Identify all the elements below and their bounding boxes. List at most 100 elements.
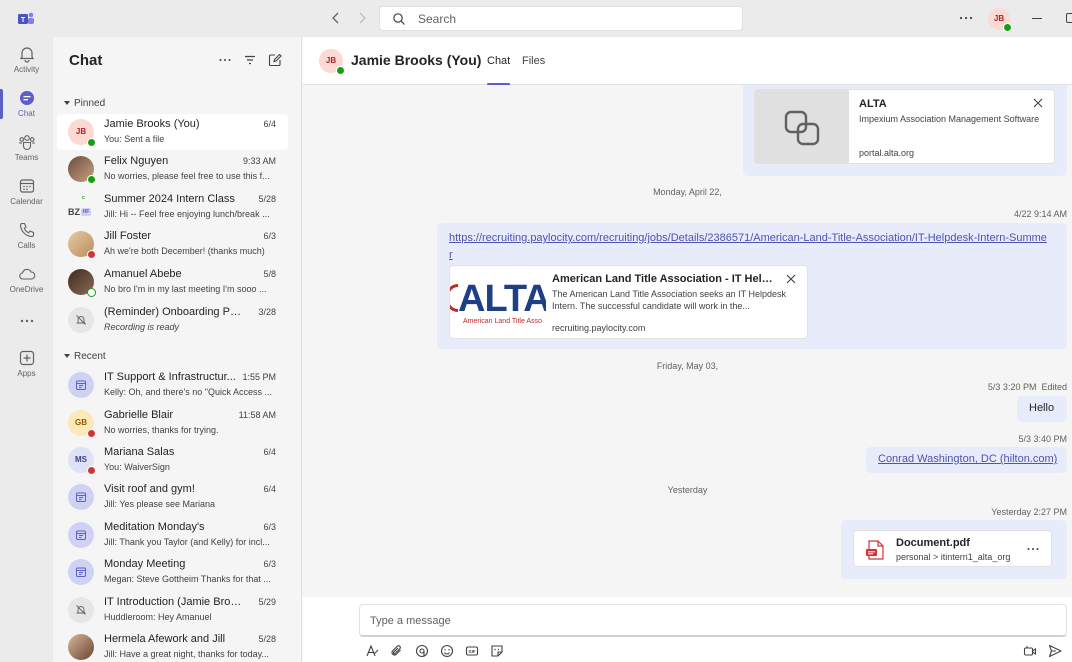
chat-list-title: Chat [69, 52, 103, 69]
more-apps-icon [20, 319, 33, 323]
message-input[interactable] [370, 613, 1050, 629]
rail-teams[interactable]: Teams [0, 127, 53, 171]
chat-item-hermela-jill[interactable]: Hermela Afework and Jill 5/28 Jill: Have… [57, 629, 288, 662]
loop-icon[interactable] [415, 644, 429, 658]
avatar [68, 372, 94, 398]
message-timestamp: 5/3 3:40 PM [1018, 434, 1067, 444]
chat-item-gabrielle-blair[interactable]: GB Gabrielle Blair 11:58 AM No worries, … [57, 405, 288, 441]
more-options-icon[interactable] [218, 53, 232, 67]
muted-bell-icon [76, 315, 86, 325]
chat-item-onboarding-reminder[interactable]: (Reminder) Onboarding Pro... 3/28 Record… [57, 302, 288, 338]
close-icon[interactable] [1033, 98, 1043, 108]
meeting-calendar-icon [76, 380, 86, 390]
rail-calendar[interactable]: Calendar [0, 171, 53, 215]
chat-item-jill-foster[interactable]: Jill Foster 6/3 Ah we're both December! … [57, 226, 288, 262]
link-thumbnail [755, 90, 849, 163]
rail-activity[interactable]: Activity [0, 39, 53, 83]
svg-text:GIF: GIF [469, 649, 476, 654]
hotel-link[interactable]: Conrad Washington, DC (hilton.com) [878, 453, 1057, 465]
chat-item-it-introduction[interactable]: IT Introduction (Jamie Brooks) 5/29 Hudd… [57, 592, 288, 628]
chat-item-visit-roof-gym[interactable]: Visit roof and gym! 6/4 Jill: Yes please… [57, 479, 288, 515]
close-icon[interactable] [786, 274, 796, 284]
rail-onedrive[interactable]: OneDrive [0, 259, 53, 303]
search-box[interactable] [379, 6, 743, 31]
rail-chat[interactable]: Chat [0, 83, 53, 127]
chat-item-summer-intern-class[interactable]: BZ c HF Summer 2024 Intern Class 5/28 Ji… [57, 189, 288, 225]
attach-icon[interactable] [390, 644, 404, 658]
caret-down-icon [64, 354, 70, 358]
chat-item-meditation-monday[interactable]: Meditation Monday's 6/3 Jill: Thank you … [57, 517, 288, 553]
teams-logo-icon: T [18, 12, 34, 24]
video-clip-icon[interactable] [1023, 644, 1037, 658]
chat-item-amanuel-abebe[interactable]: Amanuel Abebe 5/8 No bro I'm in my last … [57, 264, 288, 300]
forward-arrow-icon[interactable] [355, 11, 369, 25]
message-bubble: Conrad Washington, DC (hilton.com) [866, 447, 1067, 473]
profile-avatar[interactable]: JB [988, 8, 1012, 32]
sticker-icon[interactable] [490, 644, 504, 658]
message-bubble: ALTA Impexium Association Management Sof… [743, 85, 1067, 176]
recent-section-header[interactable]: Recent [64, 351, 106, 362]
phone-icon [19, 222, 34, 238]
avatar [68, 559, 94, 585]
tab-files[interactable]: Files [522, 55, 545, 67]
avatar [68, 597, 94, 623]
avatar [68, 269, 96, 297]
app-rail: Activity Chat Teams Calendar Calls OneDr… [0, 37, 53, 662]
add-app-icon [19, 350, 34, 366]
conversation-header: JB Jamie Brooks (You) Chat Files [303, 37, 1072, 86]
avatar [68, 484, 94, 510]
muted-bell-icon [76, 605, 86, 615]
format-icon[interactable] [365, 644, 379, 658]
job-posting-link[interactable]: https://recruiting.paylocity.com/recruit… [449, 232, 1047, 261]
rail-apps[interactable]: Apps [0, 343, 53, 387]
avatar[interactable]: JB [319, 49, 345, 75]
chat-item-felix-nguyen[interactable]: Felix Nguyen 9:33 AM No worries, please … [57, 151, 288, 187]
link-preview-card[interactable]: ALTA American Land Title Asso American L… [449, 265, 808, 339]
chat-list-pane: Chat Pinned JB Jamie Brooks (You) 6/4 Yo… [53, 37, 302, 662]
message-timestamp: 4/22 9:14 AM [1013, 209, 1067, 219]
presence-offline-icon [87, 288, 96, 297]
meeting-calendar-icon [76, 530, 86, 540]
emoji-icon[interactable] [440, 644, 454, 658]
title-bar: T JB [0, 0, 1072, 37]
back-arrow-icon[interactable] [329, 11, 343, 25]
maximize-button[interactable] [1066, 13, 1072, 23]
more-options-icon[interactable] [958, 10, 974, 26]
chat-item-monday-meeting[interactable]: Monday Meeting 6/3 Megan: Steve Gottheim… [57, 554, 288, 590]
minimize-button[interactable] [1032, 18, 1042, 19]
conversation-pane: JB Jamie Brooks (You) Chat Files ALTA Im… [303, 37, 1072, 662]
presence-busy-icon [87, 429, 96, 438]
presence-available-icon [87, 175, 96, 184]
message-list[interactable]: ALTA Impexium Association Management Sof… [303, 85, 1072, 597]
chat-item-jamie-brooks[interactable]: JB Jamie Brooks (You) 6/4 You: Sent a fi… [57, 114, 288, 150]
pinned-section-header[interactable]: Pinned [64, 98, 105, 109]
send-icon[interactable] [1048, 644, 1062, 658]
teams-icon [18, 135, 35, 151]
avatar: JB [68, 119, 96, 147]
meeting-calendar-icon [76, 567, 86, 577]
search-input[interactable] [418, 10, 718, 28]
chat-item-it-support[interactable]: IT Support & Infrastructur... 1:55 PM Ke… [57, 367, 288, 403]
link-preview-card[interactable]: ALTA Impexium Association Management Sof… [754, 89, 1055, 164]
gif-icon[interactable]: GIF [465, 644, 479, 658]
bell-icon [19, 47, 34, 63]
rail-more[interactable] [0, 309, 53, 333]
message-composer[interactable] [359, 604, 1067, 637]
avatar [68, 634, 94, 660]
date-separator: Yesterday [667, 485, 708, 495]
tab-chat[interactable]: Chat [487, 55, 511, 86]
filter-icon[interactable] [243, 53, 257, 67]
new-chat-icon[interactable] [268, 53, 282, 67]
avatar [68, 156, 96, 184]
file-more-options-icon[interactable] [1026, 544, 1040, 554]
message-timestamp: 5/3 3:20 PM Edited [987, 382, 1067, 392]
avatar [68, 231, 96, 259]
rail-calls[interactable]: Calls [0, 215, 53, 259]
file-attachment-card[interactable]: Document.pdf personal > itintern1_alta_o… [853, 530, 1052, 567]
message-bubble[interactable]: Hello [1017, 396, 1067, 422]
presence-available-icon [1003, 23, 1012, 32]
group-avatar: BZ c HF [68, 195, 91, 217]
avatar [68, 307, 94, 333]
chat-item-mariana-salas[interactable]: MS Mariana Salas 6/4 You: WaiverSign [57, 442, 288, 478]
cloud-icon [18, 268, 35, 280]
